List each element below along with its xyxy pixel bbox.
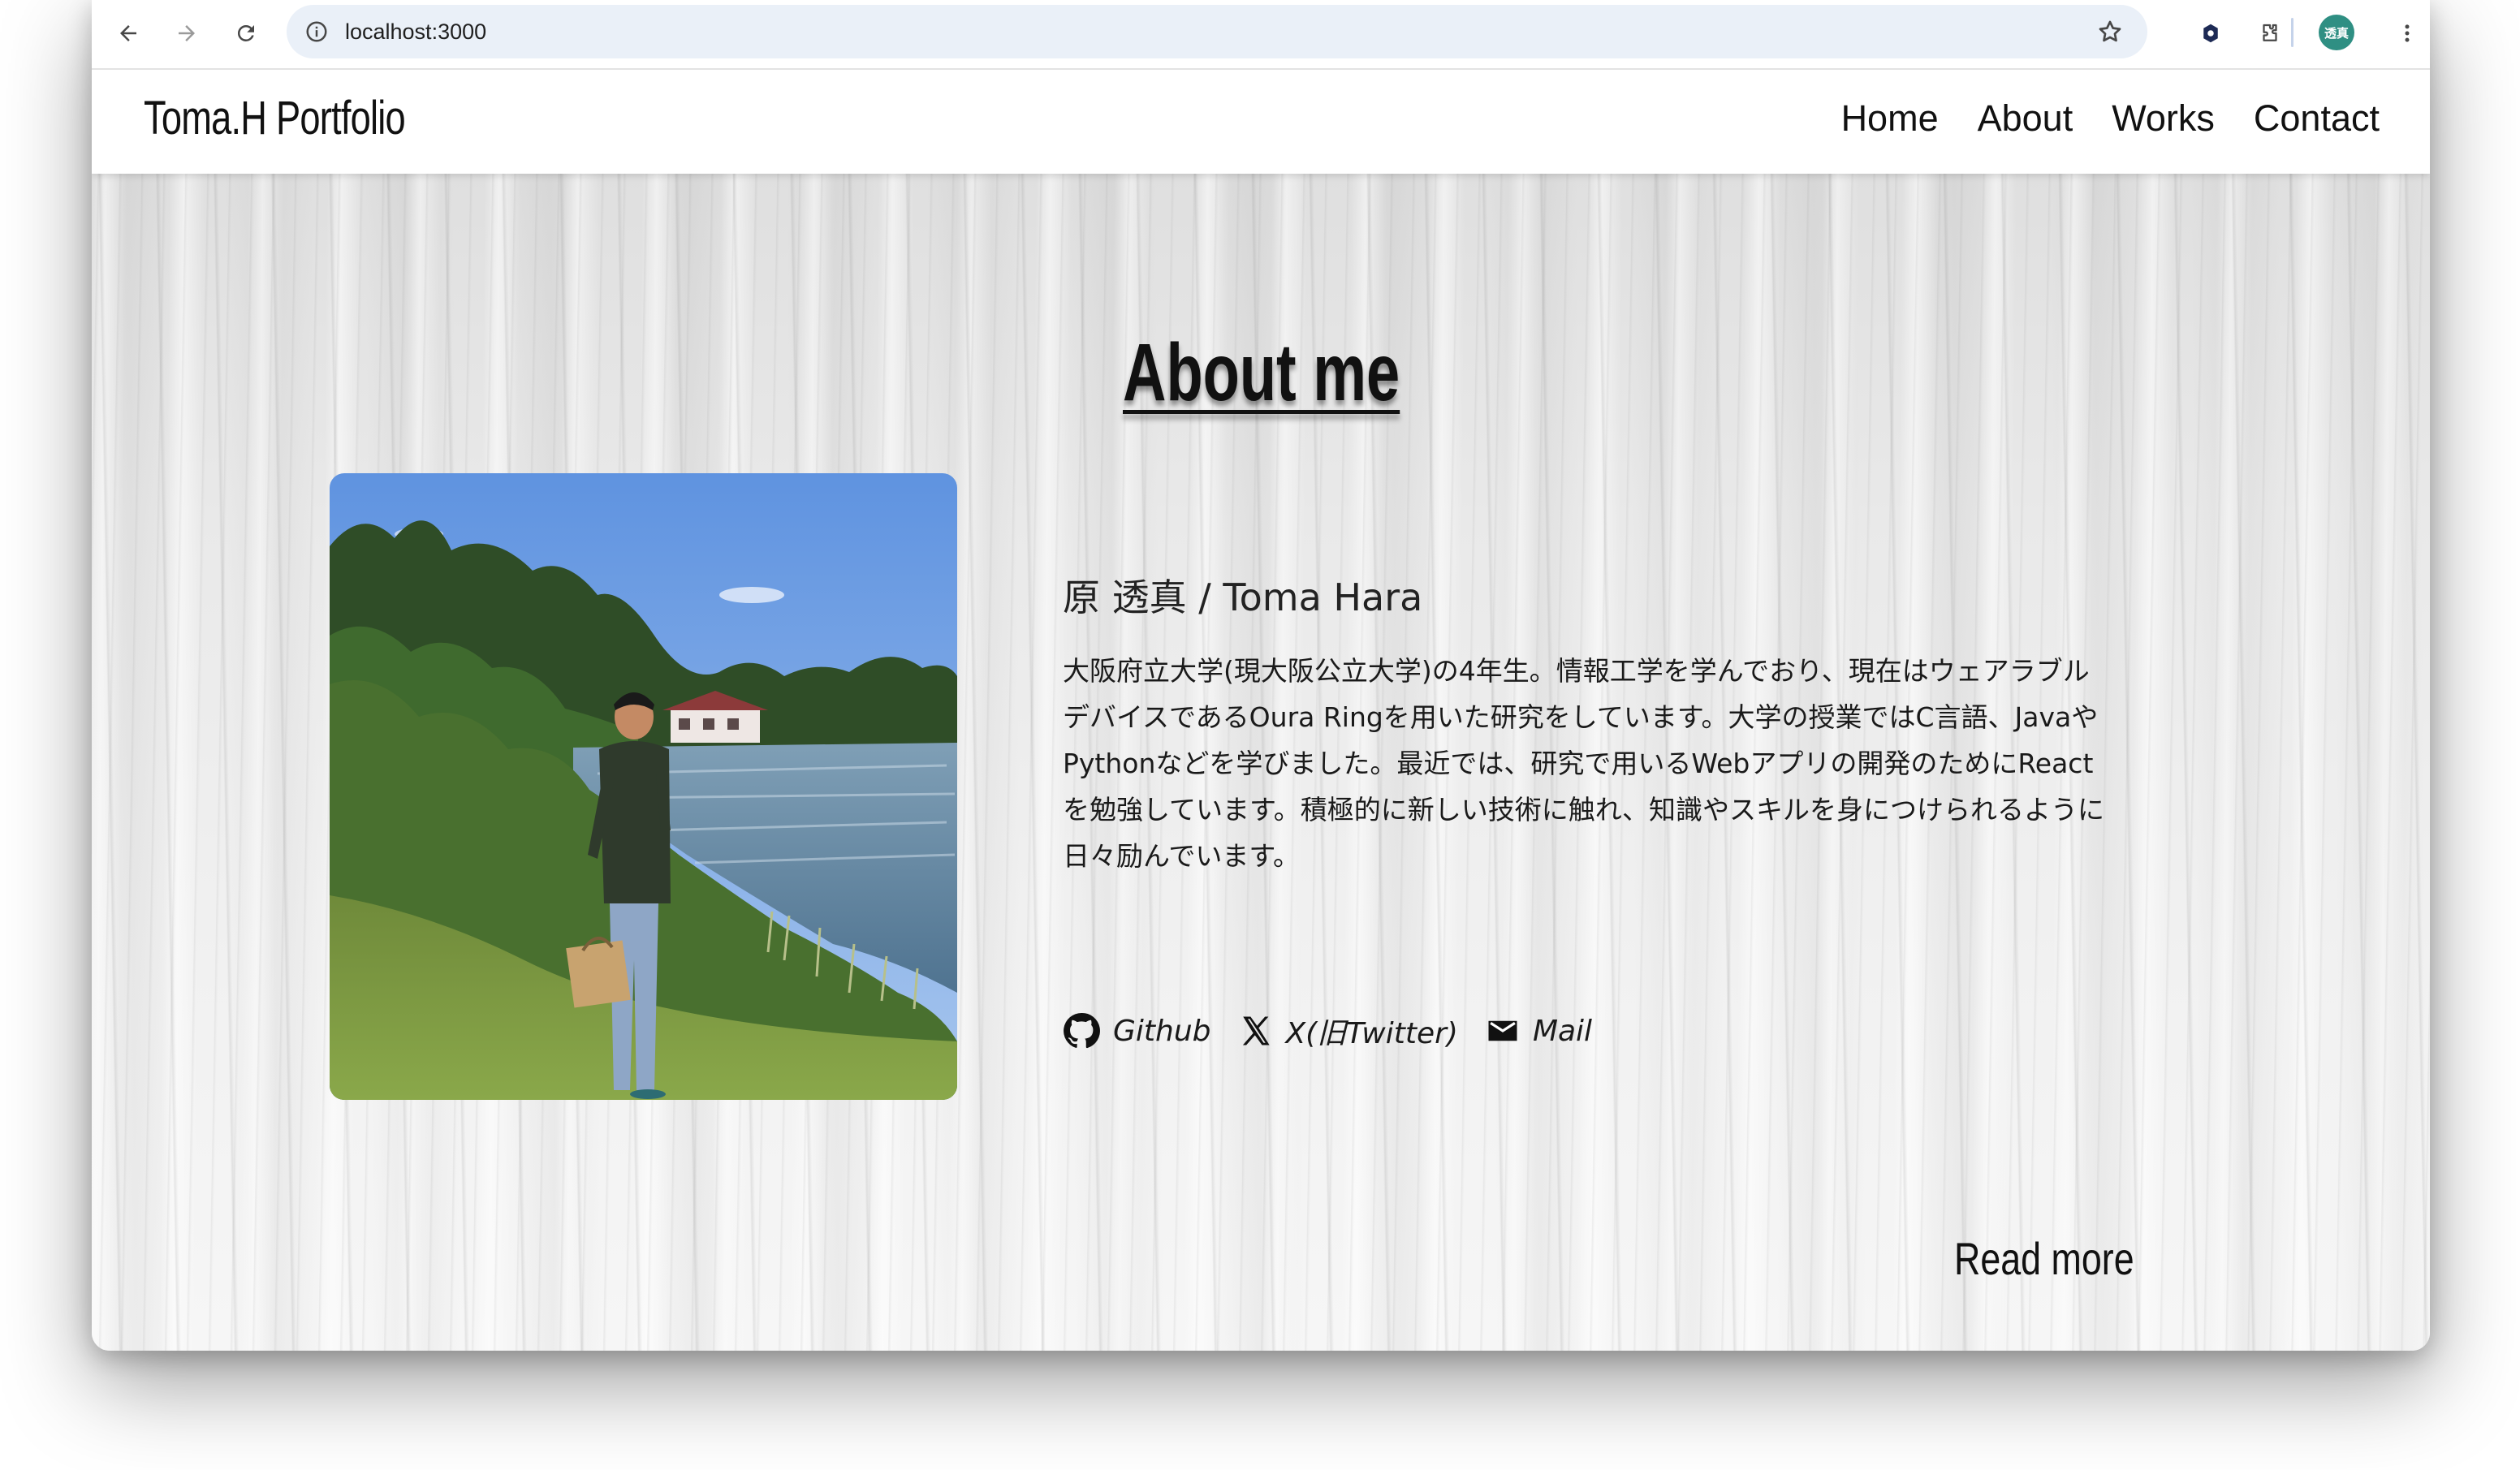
mail-label: Mail: [1532, 1014, 1593, 1048]
about-info: 原 透真 / Toma Hara 大阪府立大学(現大阪公立大学)の4年生。情報工…: [1063, 565, 2216, 879]
toolbar-divider: [2291, 18, 2293, 47]
github-link[interactable]: Github: [1063, 1012, 1211, 1050]
about-heading: About me: [1123, 327, 1400, 418]
profile-name: 原 透真 / Toma Hara: [1063, 575, 1423, 619]
main-nav: Home About Works Contact: [1841, 94, 2380, 143]
nav-about[interactable]: About: [1978, 94, 2073, 143]
browser-window: localhost:3000 透真 Toma.H Portfolio Home …: [92, 0, 2430, 1351]
social-links: Github X(旧Twitter) Mail: [1063, 1010, 1592, 1052]
back-button[interactable]: [108, 13, 149, 54]
star-icon[interactable]: [2094, 15, 2126, 48]
github-label: Github: [1113, 1014, 1211, 1048]
mail-icon: [1488, 1020, 1517, 1041]
reload-button[interactable]: [226, 13, 266, 54]
puzzle-icon[interactable]: [2250, 13, 2290, 54]
nav-contact[interactable]: Contact: [2254, 94, 2380, 143]
forward-button[interactable]: [166, 13, 207, 54]
bio-line: を勉強しています。積極的に新しい技術に触れ、知識やスキルを身につけられるように: [1063, 794, 2105, 826]
three-dots-icon[interactable]: [2387, 13, 2427, 54]
page-content: Toma.H Portfolio Home About Works Contac…: [92, 70, 2430, 1351]
address-bar[interactable]: localhost:3000: [287, 5, 2147, 58]
nav-home[interactable]: Home: [1841, 94, 1939, 143]
bio-line: デバイスであるOura Ringを用いた研究をしています。大学の授業ではC言語、…: [1063, 701, 2099, 733]
mail-link[interactable]: Mail: [1486, 1014, 1592, 1048]
read-more-link[interactable]: Read more: [1954, 1232, 2134, 1285]
x-logo-icon: [1242, 1016, 1270, 1045]
site-logo[interactable]: Toma.H Portfolio: [144, 91, 406, 145]
site-header: Toma.H Portfolio Home About Works Contac…: [92, 70, 2430, 174]
github-icon: [1064, 1012, 1100, 1049]
x-twitter-label: X(旧Twitter): [1285, 1017, 1458, 1050]
nav-works[interactable]: Works: [2112, 94, 2215, 143]
profile-photo: [330, 473, 957, 1100]
bio-text: 大阪府立大学(現大阪公立大学)の4年生。情報工学を学んでおり、現在はウェアラブル…: [1063, 648, 2216, 879]
shield-extension-icon[interactable]: [2190, 13, 2231, 54]
profile-avatar[interactable]: 透真: [2319, 15, 2354, 50]
arrow-left-icon: [120, 25, 136, 41]
arrow-right-icon: [179, 25, 195, 41]
browser-toolbar: localhost:3000 透真: [92, 0, 2430, 70]
url-text[interactable]: localhost:3000: [345, 5, 486, 58]
bio-line: 日々励んでいます。: [1063, 840, 1301, 872]
bio-line: Pythonなどを学びました。最近では、研究で用いるWebアプリの開発のためにR…: [1063, 748, 2094, 779]
bio-line: 大阪府立大学(現大阪公立大学)の4年生。情報工学を学んでおり、現在はウェアラブル: [1063, 655, 2090, 687]
info-icon[interactable]: [301, 16, 332, 47]
reload-icon: [237, 24, 254, 41]
x-twitter-link[interactable]: X(旧Twitter): [1239, 1010, 1458, 1052]
